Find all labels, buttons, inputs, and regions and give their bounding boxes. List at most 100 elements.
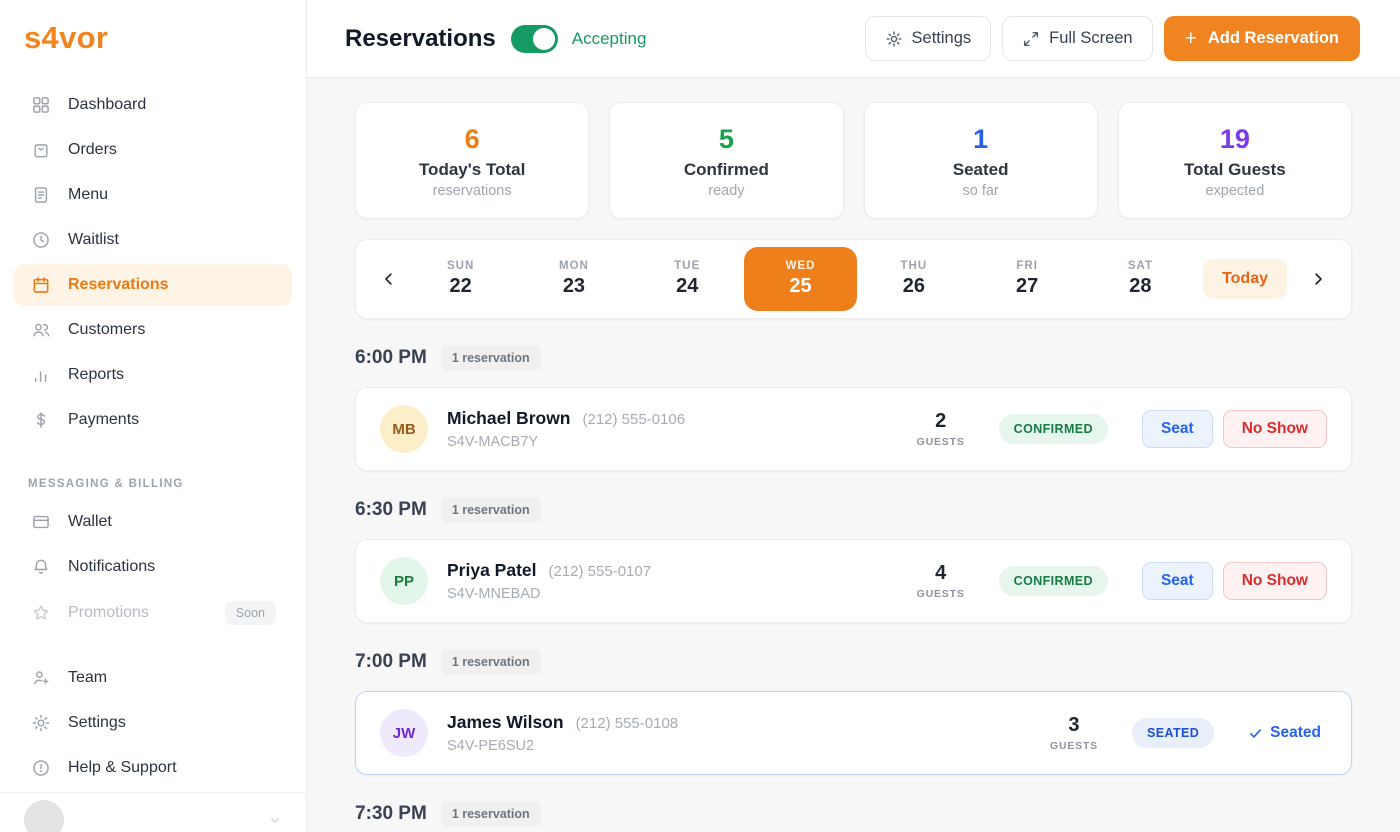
fullscreen-icon xyxy=(1022,30,1040,48)
gear-icon xyxy=(30,712,52,734)
sidebar-item-label: Team xyxy=(68,669,107,687)
stat-label: Confirmed xyxy=(610,160,842,180)
day-of-week: TUE xyxy=(674,260,700,272)
clock-icon xyxy=(30,229,52,251)
day-number: 28 xyxy=(1129,275,1151,298)
stat-card-confirmed: 5 Confirmed ready xyxy=(609,102,843,219)
sidebar-item-orders[interactable]: Orders xyxy=(14,129,292,171)
chevron-down-icon xyxy=(268,813,282,827)
reservation-count-badge: 1 reservation xyxy=(441,801,541,827)
reservation-right: 3 GUESTS SEATED Seated xyxy=(1050,714,1327,752)
sidebar-item-reports[interactable]: Reports xyxy=(14,354,292,396)
time-slot-label: 6:30 PM xyxy=(355,499,427,521)
stat-value: 6 xyxy=(356,124,588,155)
settings-button[interactable]: Settings xyxy=(865,16,992,61)
reservation-count-badge: 1 reservation xyxy=(441,345,541,371)
guest-count: 2 GUESTS xyxy=(917,410,965,448)
sidebar-item-settings[interactable]: Settings xyxy=(14,702,292,744)
seat-button[interactable]: Seat xyxy=(1142,410,1213,448)
sidebar-item-label: Help & Support xyxy=(68,759,177,777)
day-of-week: THU xyxy=(901,260,928,272)
day-of-week: MON xyxy=(559,260,589,272)
content-area: 6 Today's Total reservations 5 Confirmed… xyxy=(307,78,1400,832)
seat-button[interactable]: Seat xyxy=(1142,562,1213,600)
next-week-button[interactable] xyxy=(1303,270,1333,288)
no-show-button[interactable]: No Show xyxy=(1223,410,1327,448)
fullscreen-button[interactable]: Full Screen xyxy=(1002,16,1152,61)
fullscreen-button-label: Full Screen xyxy=(1049,29,1132,48)
stat-label: Today's Total xyxy=(356,160,588,180)
sidebar-item-label: Reservations xyxy=(68,276,169,294)
sidebar-item-help[interactable]: Help & Support xyxy=(14,747,292,789)
guest-name: Priya Patel xyxy=(447,560,537,581)
status-badge: SEATED xyxy=(1132,718,1214,748)
day-cell-sun-22[interactable]: SUN 22 xyxy=(404,247,517,311)
sidebar-item-label: Waitlist xyxy=(68,231,119,249)
sidebar-item-waitlist[interactable]: Waitlist xyxy=(14,219,292,261)
avatar: PP xyxy=(380,557,428,605)
reservation-info: Priya Patel (212) 555-0107 S4V-MNEBAD xyxy=(447,560,651,602)
sidebar-item-promotions[interactable]: Promotions Soon xyxy=(14,591,292,635)
reservation-right: 4 GUESTS CONFIRMED Seat No Show xyxy=(917,562,1327,600)
add-reservation-label: Add Reservation xyxy=(1208,29,1339,48)
sidebar-item-team[interactable]: Team xyxy=(14,657,292,699)
stat-label: Total Guests xyxy=(1119,160,1351,180)
prev-week-button[interactable] xyxy=(374,270,404,288)
sidebar-item-reservations[interactable]: Reservations xyxy=(14,264,292,306)
day-cell-tue-24[interactable]: TUE 24 xyxy=(631,247,744,311)
sidebar-item-notifications[interactable]: Notifications xyxy=(14,546,292,588)
day-cell-sat-28[interactable]: SAT 28 xyxy=(1084,247,1197,311)
stat-sublabel: ready xyxy=(610,183,842,199)
check-icon xyxy=(1248,726,1263,741)
sidebar-item-label: Dashboard xyxy=(68,96,146,114)
no-show-button[interactable]: No Show xyxy=(1223,562,1327,600)
sidebar-item-label: Promotions xyxy=(68,604,149,622)
time-slot-header-600pm: 6:00 PM 1 reservation xyxy=(355,345,1352,371)
day-cell-wed-25-selected[interactable]: WED 25 xyxy=(744,247,857,311)
stat-sublabel: so far xyxy=(865,183,1097,199)
accepting-toggle[interactable] xyxy=(511,25,558,53)
reservation-row-michael-brown[interactable]: MB Michael Brown (212) 555-0106 S4V-MACB… xyxy=(355,387,1352,471)
sidebar-footer-nav: Team Settings Help & Support xyxy=(0,654,306,792)
time-slot-label: 6:00 PM xyxy=(355,347,427,369)
day-of-week: SUN xyxy=(447,260,474,272)
day-of-week: SAT xyxy=(1128,260,1153,272)
row-actions: Seat No Show xyxy=(1142,562,1327,600)
stat-sublabel: reservations xyxy=(356,183,588,199)
reservation-info: Michael Brown (212) 555-0106 S4V-MACB7Y xyxy=(447,408,685,450)
seated-indicator: Seated xyxy=(1248,724,1327,742)
sidebar-nav: Dashboard Orders Menu Waitlist xyxy=(0,73,306,444)
sidebar-section-label: MESSAGING & BILLING xyxy=(0,460,306,496)
reservation-row-priya-patel[interactable]: PP Priya Patel (212) 555-0107 S4V-MNEBAD… xyxy=(355,539,1352,623)
sidebar-item-label: Wallet xyxy=(68,513,112,531)
user-avatar[interactable] xyxy=(24,800,64,832)
toggle-knob xyxy=(533,28,555,50)
sidebar-item-wallet[interactable]: Wallet xyxy=(14,501,292,543)
header-actions: Settings Full Screen + Add Reservation xyxy=(865,16,1360,61)
soon-badge: Soon xyxy=(225,601,276,625)
time-slot-header-700pm: 7:00 PM 1 reservation xyxy=(355,649,1352,675)
guest-count-label: GUESTS xyxy=(917,436,965,448)
today-button[interactable]: Today xyxy=(1203,259,1287,299)
time-slot-label: 7:00 PM xyxy=(355,651,427,673)
sidebar-item-label: Customers xyxy=(68,321,145,339)
stat-card-total-guests: 19 Total Guests expected xyxy=(1118,102,1352,219)
day-cell-fri-27[interactable]: FRI 27 xyxy=(970,247,1083,311)
page-title: Reservations xyxy=(345,25,496,53)
day-cell-mon-23[interactable]: MON 23 xyxy=(517,247,630,311)
row-actions: Seat No Show xyxy=(1142,410,1327,448)
users-icon xyxy=(30,319,52,341)
sidebar-item-payments[interactable]: Payments xyxy=(14,399,292,441)
day-number: 27 xyxy=(1016,275,1038,298)
day-cell-thu-26[interactable]: THU 26 xyxy=(857,247,970,311)
chevron-right-icon xyxy=(1309,270,1327,288)
sidebar-item-dashboard[interactable]: Dashboard xyxy=(14,84,292,126)
sidebar-item-customers[interactable]: Customers xyxy=(14,309,292,351)
reservation-row-james-wilson[interactable]: JW James Wilson (212) 555-0108 S4V-PE6SU… xyxy=(355,691,1352,775)
add-reservation-button[interactable]: + Add Reservation xyxy=(1164,16,1360,61)
guest-count-label: GUESTS xyxy=(1050,740,1098,752)
sidebar-user-area[interactable] xyxy=(0,792,306,832)
sidebar-item-menu[interactable]: Menu xyxy=(14,174,292,216)
time-slot-header-630pm: 6:30 PM 1 reservation xyxy=(355,497,1352,523)
sidebar-item-label: Notifications xyxy=(68,558,155,576)
